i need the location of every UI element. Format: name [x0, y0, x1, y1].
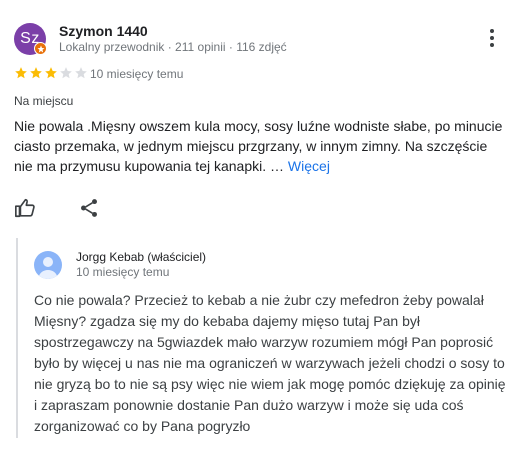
- more-vert-icon-dot: [490, 29, 494, 33]
- more-vert-icon-dot: [490, 43, 494, 47]
- star-filled-icon: [15, 67, 27, 79]
- thumb-up-icon: [15, 198, 35, 218]
- service-type: Na miejscu: [14, 94, 74, 108]
- star-filled-icon: [30, 67, 42, 79]
- review-time: 10 miesięcy temu: [90, 67, 184, 81]
- star-rating: [14, 66, 88, 80]
- review-body: Nie powala .Mięsny owszem kula mocy, sos…: [14, 118, 503, 174]
- owner-reply-text: Co nie powala? Przecież to kebab a nie ż…: [34, 292, 506, 434]
- reviewer-meta: Lokalny przewodnik · 211 opinii · 116 zd…: [59, 40, 287, 54]
- read-more-link[interactable]: Więcej: [288, 158, 330, 174]
- star-empty-icon: [60, 67, 72, 79]
- owner-avatar: [34, 251, 62, 279]
- more-vert-icon-dot: [490, 36, 494, 40]
- owner-name: Jorgg Kebab (właściciel): [76, 250, 207, 264]
- owner-reply-time: 10 miesięcy temu: [76, 265, 170, 279]
- share-icon: [81, 199, 97, 217]
- star-filled-icon: [45, 67, 57, 79]
- star-empty-icon: [75, 67, 87, 79]
- more-options-button[interactable]: [482, 26, 502, 50]
- local-guide-badge-icon: [34, 42, 47, 55]
- owner-reply: Jorgg Kebab (właściciel) 10 miesięcy tem…: [16, 238, 508, 438]
- share-button[interactable]: [78, 197, 100, 219]
- review-text: Nie powala .Mięsny owszem kula mocy, sos…: [14, 116, 509, 176]
- reviewer-name[interactable]: Szymon 1440: [59, 23, 148, 39]
- like-button[interactable]: [14, 197, 36, 219]
- person-icon: [38, 257, 58, 279]
